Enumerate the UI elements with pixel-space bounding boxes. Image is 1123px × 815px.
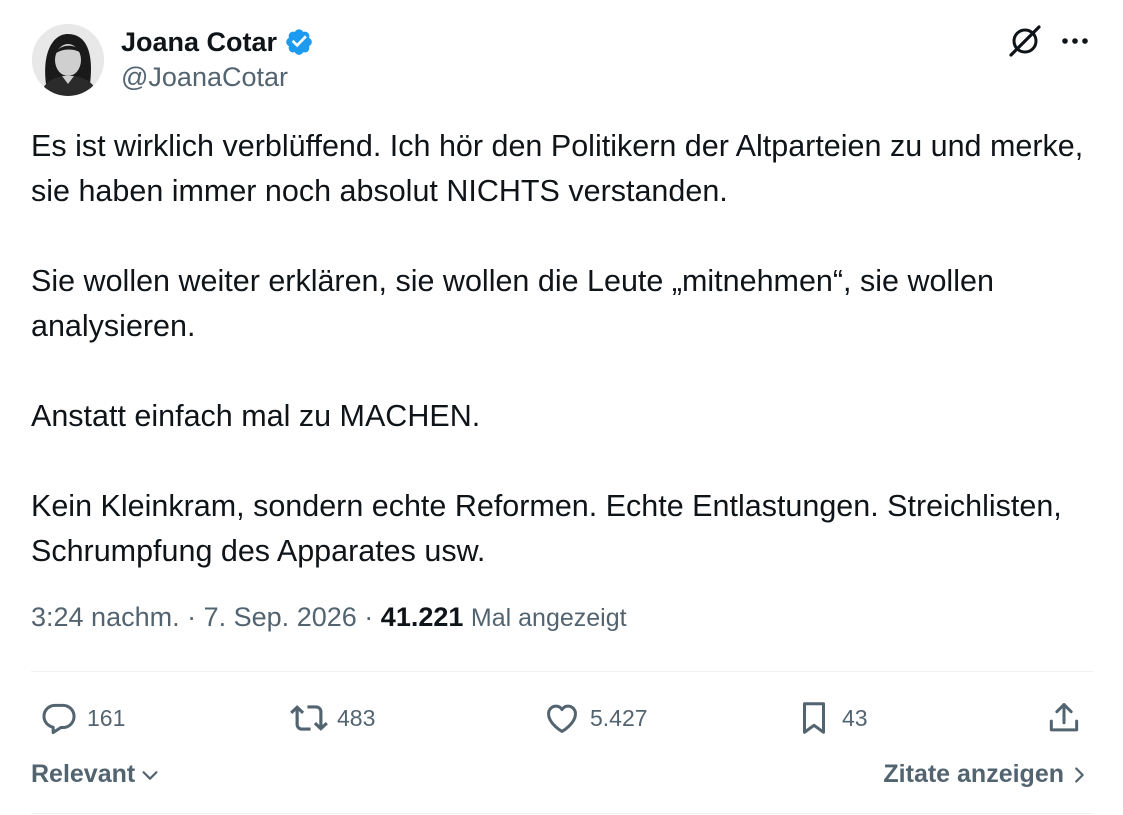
tweet-paragraph: Es ist wirklich verblüffend. Ich hör den… <box>31 129 1084 208</box>
tweet-paragraph: Sie wollen weiter erklären, sie wollen d… <box>31 264 994 343</box>
sort-label: Relevant <box>31 760 136 788</box>
reply-icon <box>42 703 76 735</box>
like-button[interactable]: 5.427 <box>543 694 648 742</box>
divider <box>31 813 1093 814</box>
repost-count: 483 <box>337 704 376 731</box>
avatar[interactable] <box>32 24 104 96</box>
chevron-right-icon <box>1075 766 1084 783</box>
author-name-row: Joana Cotar <box>121 24 314 60</box>
share-button[interactable] <box>1045 694 1083 742</box>
views-count: 41.221 <box>380 602 464 632</box>
tweet-meta: 3:24 nachm. · 7. Sep. 2026 · 41.221 Mal … <box>31 602 627 633</box>
verified-badge-icon[interactable] <box>284 27 314 57</box>
action-bar: 161 483 5.427 43 <box>0 694 1123 742</box>
chevron-down-icon <box>142 770 158 780</box>
repost-icon <box>290 705 328 731</box>
repost-button[interactable]: 483 <box>290 694 375 742</box>
reply-button[interactable]: 161 <box>40 694 125 742</box>
tweet-paragraph: Kein Kleinkram, sondern echte Reformen. … <box>31 489 1062 568</box>
meta-separator: · <box>364 602 374 632</box>
like-count: 5.427 <box>590 704 648 731</box>
author-handle[interactable]: @JoanaCotar <box>121 62 288 93</box>
grok-icon[interactable] <box>1006 22 1044 60</box>
author-name[interactable]: Joana Cotar <box>121 27 277 58</box>
tweet-date[interactable]: 7. Sep. 2026 <box>204 602 357 632</box>
views-label: Mal angezeigt <box>470 604 627 632</box>
bookmark-icon <box>802 702 826 734</box>
reply-count: 161 <box>87 704 126 731</box>
view-quotes-link[interactable]: Zitate anzeigen <box>883 760 1090 789</box>
meta-separator: · <box>187 602 197 632</box>
quotes-label: Zitate anzeigen <box>883 760 1064 788</box>
tweet-paragraph: Anstatt einfach mal zu MACHEN. <box>31 399 481 433</box>
more-icon[interactable] <box>1058 28 1092 54</box>
tweet-text: Es ist wirklich verblüffend. Ich hör den… <box>31 124 1101 574</box>
bookmark-count: 43 <box>842 704 868 731</box>
share-icon <box>1049 703 1079 732</box>
tweet-time[interactable]: 3:24 nachm. <box>31 602 180 632</box>
divider <box>31 671 1093 672</box>
like-icon <box>547 704 577 733</box>
bookmark-button[interactable]: 43 <box>795 694 868 742</box>
sort-replies-dropdown[interactable]: Relevant <box>31 760 161 789</box>
